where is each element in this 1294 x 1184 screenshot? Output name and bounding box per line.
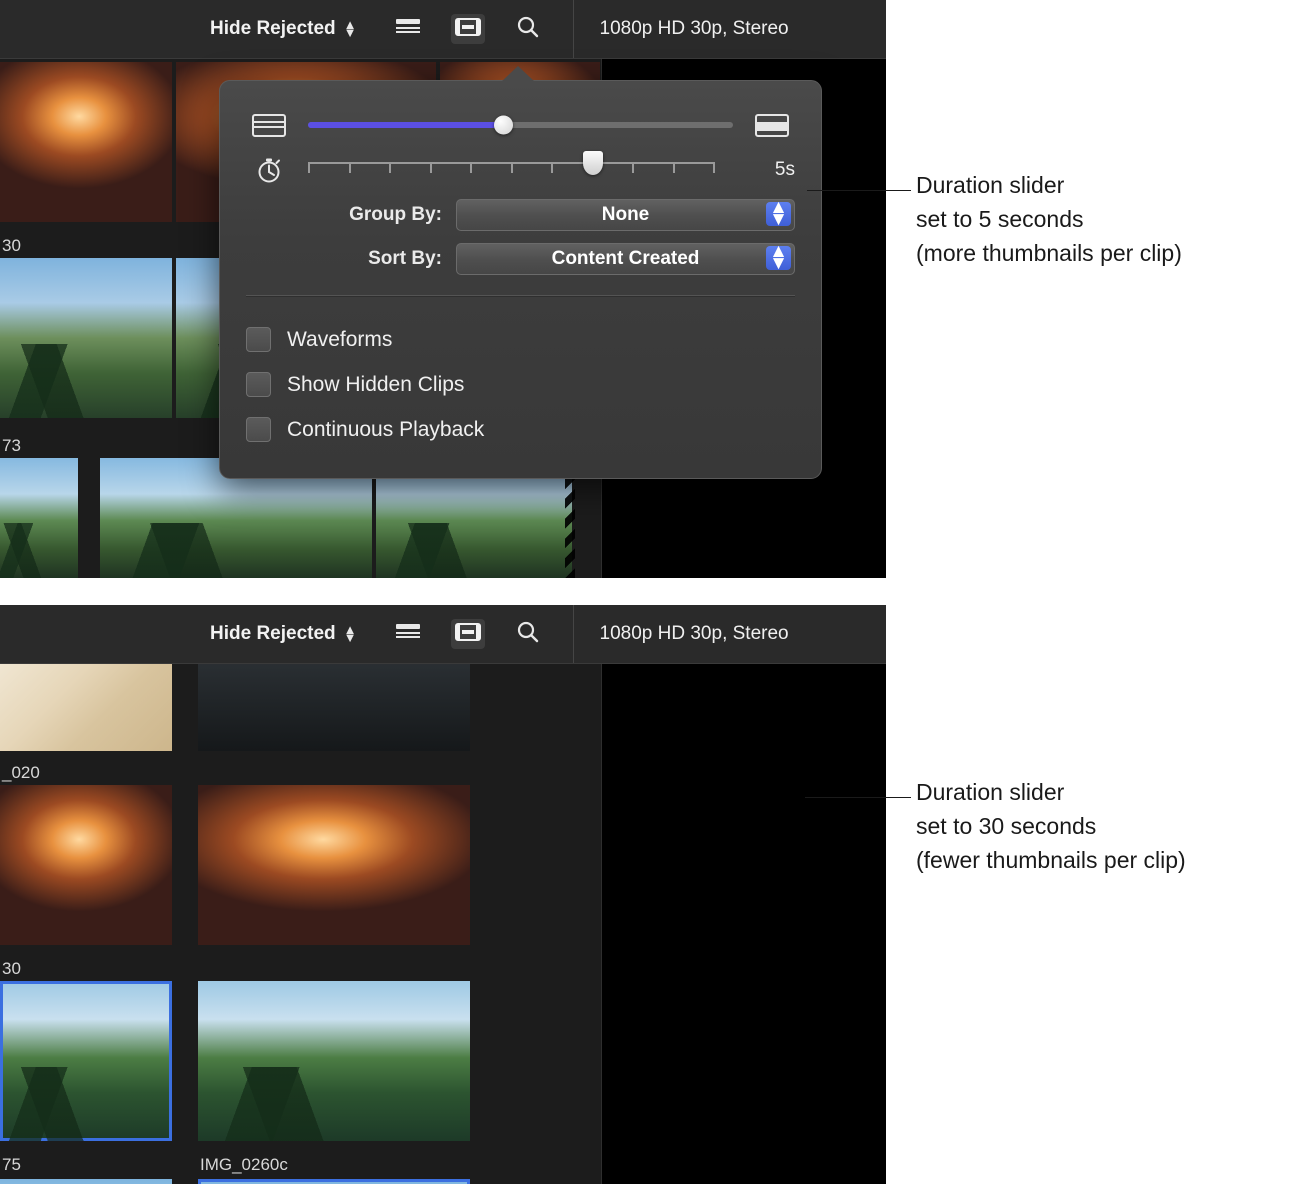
clip-appearance-popover: 5s Group By: None ▲▼ Sort By: Content Cr… xyxy=(219,80,822,479)
browser-toolbar-top: Hide Rejected ▲▼ xyxy=(0,0,886,59)
browser-panel-top: 30 73 Hide Rejected ▲▼ xyxy=(0,0,886,578)
up-down-chevron-icon: ▲▼ xyxy=(766,246,791,270)
group-by-row: Group By: None ▲▼ xyxy=(246,193,795,237)
callout-text-bottom: Duration slider set to 30 seconds (fewer… xyxy=(916,775,1286,877)
sort-by-popup[interactable]: Content Created ▲▼ xyxy=(456,243,795,275)
callout-leader-line xyxy=(807,190,911,191)
callout-text-top: Duration slider set to 5 seconds (more t… xyxy=(916,168,1286,270)
small-thumbnail-icon xyxy=(246,114,292,137)
thumbnail[interactable] xyxy=(0,1179,172,1184)
thumbnail[interactable] xyxy=(198,785,470,945)
search-button[interactable] xyxy=(511,14,545,44)
waveforms-checkbox[interactable] xyxy=(246,327,271,352)
filmstrip-view-icon xyxy=(455,17,481,42)
hide-rejected-label: Hide Rejected xyxy=(210,18,336,40)
toolbar-view-buttons xyxy=(391,14,545,44)
empty-browser-area xyxy=(601,663,886,1184)
clip-label: IMG_0260c xyxy=(200,1155,288,1175)
show-hidden-clips-checkbox-row[interactable]: Show Hidden Clips xyxy=(246,362,795,407)
clip-info-label: 1080p HD 30p, Stereo xyxy=(573,605,789,663)
sort-by-row: Sort By: Content Created ▲▼ xyxy=(246,237,795,281)
group-by-value: None xyxy=(602,204,650,226)
duration-slider-row: 5s xyxy=(246,147,795,193)
thumbnail[interactable] xyxy=(0,981,172,1141)
up-down-chevron-icon: ▲▼ xyxy=(766,202,791,226)
popover-arrow xyxy=(501,66,535,82)
duration-value-label: 5s xyxy=(731,159,795,181)
thumbnail[interactable] xyxy=(0,258,172,418)
browser-panel-bottom: _020 30 75 IMG_0260c Hide Rejected ▲▼ xyxy=(0,605,886,1184)
sort-by-label: Sort By: xyxy=(246,248,456,270)
waveforms-checkbox-row[interactable]: Waveforms xyxy=(246,317,795,362)
clip-label: 73 xyxy=(2,436,21,456)
popover-divider xyxy=(246,295,795,297)
show-hidden-clips-checkbox[interactable] xyxy=(246,372,271,397)
thumbnail[interactable] xyxy=(198,663,470,751)
filmstrip-view-button[interactable] xyxy=(451,619,485,649)
thumbnail-size-slider[interactable] xyxy=(308,122,733,128)
up-down-stepper-icon: ▲▼ xyxy=(344,21,357,37)
group-by-popup[interactable]: None ▲▼ xyxy=(456,199,795,231)
screenshot-page: 30 73 Hide Rejected ▲▼ xyxy=(0,0,1294,1184)
hide-rejected-popup[interactable]: Hide Rejected ▲▼ xyxy=(210,18,357,40)
browser-toolbar-bottom: Hide Rejected ▲▼ xyxy=(0,605,886,664)
popover-checkbox-group: Waveforms Show Hidden Clips Continuous P… xyxy=(220,301,821,478)
thumbnail[interactable] xyxy=(198,1179,470,1184)
list-view-icon xyxy=(395,622,421,647)
clip-label: _020 xyxy=(2,763,40,783)
search-icon xyxy=(516,620,540,649)
search-icon xyxy=(516,15,540,44)
clip-info-label: 1080p HD 30p, Stereo xyxy=(573,0,789,58)
hide-rejected-popup[interactable]: Hide Rejected ▲▼ xyxy=(210,623,357,645)
waveforms-label: Waveforms xyxy=(287,328,392,352)
thumbnail[interactable] xyxy=(0,785,172,945)
duration-slider[interactable] xyxy=(308,157,715,183)
up-down-stepper-icon: ▲▼ xyxy=(344,626,357,642)
continuous-playback-checkbox[interactable] xyxy=(246,417,271,442)
thumbnail[interactable] xyxy=(198,981,470,1141)
continuous-playback-label: Continuous Playback xyxy=(287,418,484,442)
group-by-label: Group By: xyxy=(246,204,456,226)
list-view-button[interactable] xyxy=(391,619,425,649)
large-thumbnail-icon xyxy=(749,114,795,137)
show-hidden-clips-label: Show Hidden Clips xyxy=(287,373,464,397)
continuous-playback-checkbox-row[interactable]: Continuous Playback xyxy=(246,407,795,452)
clip-label: 75 xyxy=(2,1155,21,1175)
event-browser-bottom: _020 30 75 IMG_0260c xyxy=(0,663,886,1184)
list-view-button[interactable] xyxy=(391,14,425,44)
toolbar-view-buttons xyxy=(391,619,545,649)
filmstrip-area-bottom: _020 30 75 IMG_0260c xyxy=(0,663,886,1184)
thumbnail[interactable] xyxy=(0,458,78,578)
thumbnail[interactable] xyxy=(0,62,172,222)
popover-body: 5s Group By: None ▲▼ Sort By: Content Cr… xyxy=(220,81,821,301)
sort-by-value: Content Created xyxy=(552,248,700,270)
filmstrip-view-icon xyxy=(455,622,481,647)
clip-label: 30 xyxy=(2,236,21,256)
thumbnail[interactable] xyxy=(0,663,172,751)
list-view-icon xyxy=(395,17,421,42)
filmstrip-view-button[interactable] xyxy=(451,14,485,44)
stopwatch-icon xyxy=(246,155,292,185)
clip-label: 30 xyxy=(2,959,21,979)
thumbnail-size-slider-row xyxy=(246,103,795,147)
callout-leader-line xyxy=(805,797,911,798)
search-button[interactable] xyxy=(511,619,545,649)
hide-rejected-label: Hide Rejected xyxy=(210,623,336,645)
